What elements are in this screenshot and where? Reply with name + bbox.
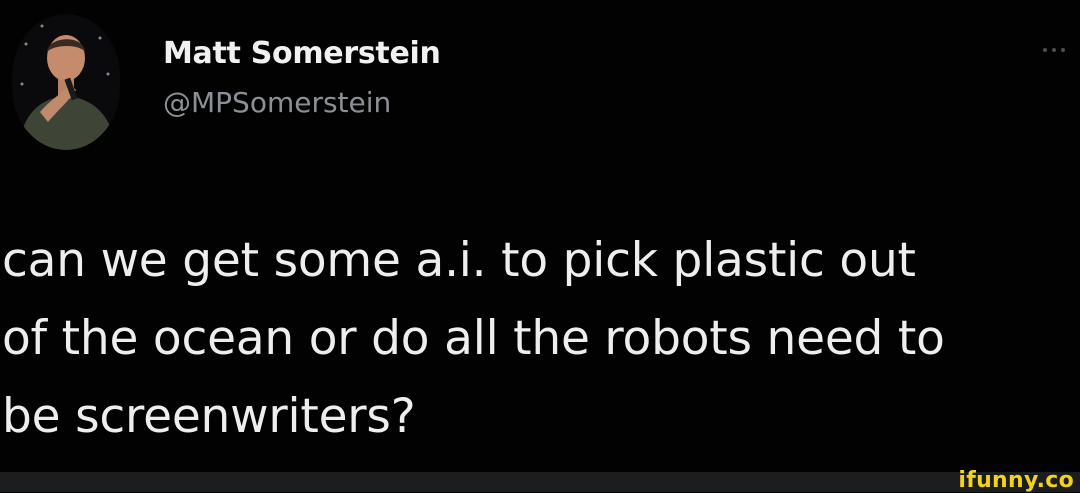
watermark-bar: ifunny.co xyxy=(0,468,1080,493)
avatar-image xyxy=(12,14,120,150)
tweet-text-line: can we get some a.i. to pick plastic out xyxy=(2,233,916,288)
author-display-name[interactable]: Matt Somerstein xyxy=(163,36,441,71)
tweet-text-line: of the ocean or do all the robots need t… xyxy=(2,311,945,366)
tweet-text: can we get some a.i. to pick plastic out… xyxy=(2,222,1080,456)
tweet-card: Matt Somerstein @MPSomerstein can we get… xyxy=(0,0,1080,472)
tweet-text-line: be screenwriters? xyxy=(2,389,416,444)
ellipsis-icon[interactable] xyxy=(1040,44,1068,56)
ifunny-watermark: ifunny.co xyxy=(958,468,1074,493)
avatar[interactable] xyxy=(12,14,120,150)
author-handle[interactable]: @MPSomerstein xyxy=(163,86,391,119)
